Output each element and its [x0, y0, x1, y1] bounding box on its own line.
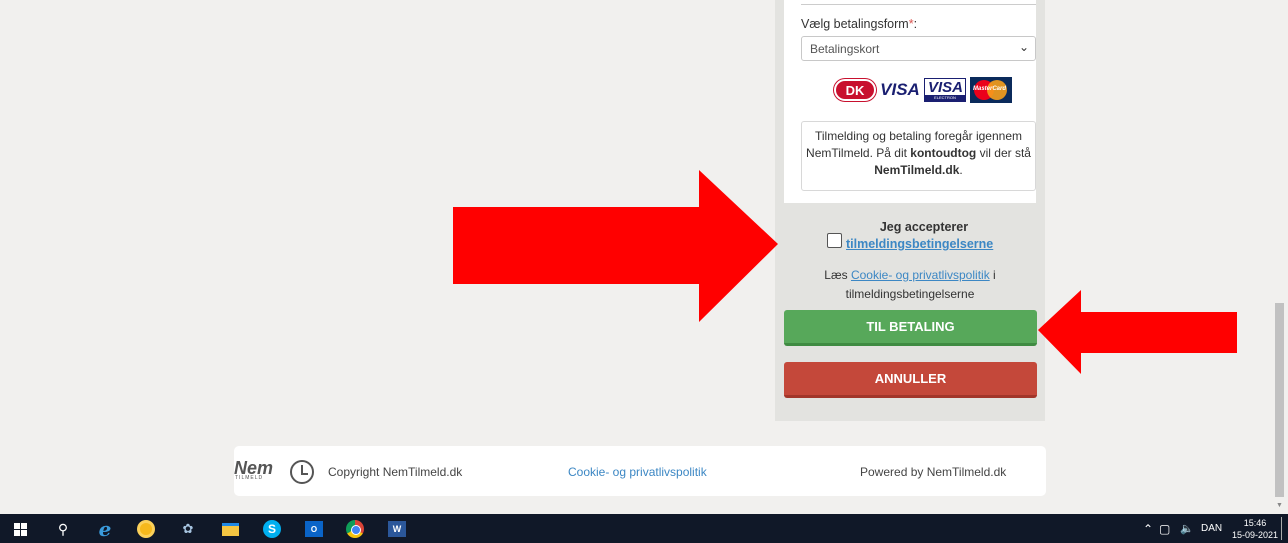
visa-logo: VISA — [880, 80, 920, 99]
clock-date: 15-09-2021 — [1232, 530, 1279, 540]
card-logos: DK VISA VISA ELECTRON MasterCard — [834, 77, 1012, 103]
field-underline — [801, 4, 1036, 5]
payment-section: Vælg betalingsform*: Betalingskort ⌄ DK … — [784, 0, 1036, 203]
payment-method-value: Betalingskort — [810, 42, 880, 56]
privacy-policy-link[interactable]: Cookie- og privatlivspolitik — [851, 268, 990, 282]
chrome-canary-icon[interactable] — [136, 519, 156, 539]
privacy-notice: Læs Cookie- og privatlivspolitik i — [824, 268, 996, 282]
volume-icon[interactable]: 🔈 — [1180, 514, 1194, 543]
powered-by-text: Powered by NemTilmeld.dk — [860, 465, 1007, 479]
payment-method-select[interactable]: Betalingskort ⌄ — [801, 36, 1036, 61]
registration-form-panel: Vælg betalingsform*: Betalingskort ⌄ DK … — [775, 0, 1045, 421]
accept-terms-label: Jeg accepterer — [879, 220, 969, 234]
outlook-icon[interactable]: O — [304, 519, 324, 539]
windows-taskbar: ⚲ e ✿ S O W ⌃ ▢ 🔈 DAN 15:46 15-09-2021 — [0, 514, 1288, 543]
mastercard-logo: MasterCard — [970, 77, 1012, 103]
payment-info-box: Tilmelding og betaling foregår igennem N… — [801, 121, 1036, 191]
payment-method-label: Vælg betalingsform*: — [801, 17, 918, 31]
dankort-logo: DK — [834, 79, 876, 101]
cancel-button[interactable]: ANNULLER — [784, 362, 1037, 398]
footer-cookie-link[interactable]: Cookie- og privatlivspolitik — [568, 465, 707, 479]
page-footer: Nem TILMELD Copyright NemTilmeld.dk Cook… — [234, 446, 1046, 496]
snipping-tool-icon[interactable]: ✿ — [178, 519, 198, 539]
scrollbar-thumb[interactable] — [1275, 303, 1284, 497]
search-icon[interactable]: ⚲ — [53, 519, 73, 539]
clock-time: 15:46 — [1243, 518, 1267, 528]
privacy-notice-line2: tilmeldingsbetingelserne — [845, 287, 975, 301]
file-explorer-icon[interactable] — [220, 519, 240, 539]
skype-icon[interactable]: S — [262, 519, 282, 539]
accept-terms-checkbox[interactable] — [827, 233, 842, 248]
network-icon[interactable]: ▢ — [1159, 514, 1170, 543]
word-icon[interactable]: W — [387, 519, 407, 539]
terms-link[interactable]: tilmeldingsbetingelserne — [846, 237, 993, 251]
scroll-down-icon[interactable]: ▼ — [1276, 502, 1283, 509]
show-desktop-button[interactable] — [1281, 517, 1282, 540]
clock[interactable]: 15:46 15-09-2021 — [1232, 517, 1278, 541]
chrome-icon[interactable] — [345, 519, 365, 539]
chevron-up-icon[interactable]: ⌃ — [1143, 514, 1153, 543]
visa-electron-logo: VISA ELECTRON — [924, 78, 966, 102]
language-indicator[interactable]: DAN — [1201, 514, 1222, 543]
internet-explorer-icon[interactable]: e — [95, 517, 115, 541]
chevron-down-icon: ⌄ — [1018, 40, 1029, 54]
copyright-text: Copyright NemTilmeld.dk — [328, 465, 463, 479]
nemtilmeld-logo: Nem TILMELD — [234, 458, 316, 486]
windows-start-icon[interactable] — [10, 519, 30, 539]
clock-icon — [290, 460, 314, 484]
pay-button[interactable]: TIL BETALING — [784, 310, 1037, 346]
